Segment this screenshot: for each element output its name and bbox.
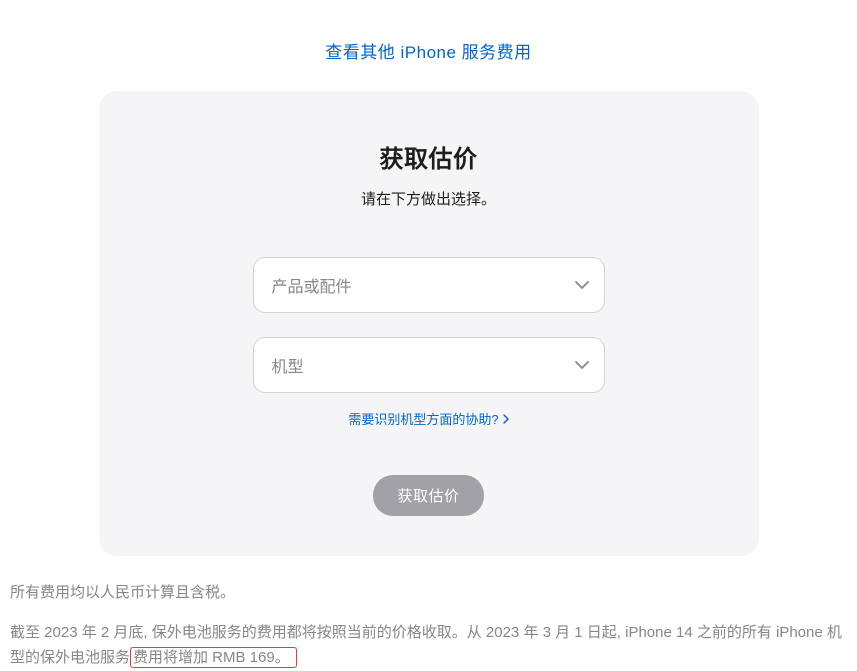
footer-text: 所有费用均以人民币计算且含税。 截至 2023 年 2 月底, 保外电池服务的费… xyxy=(0,556,857,671)
help-link-text: 需要识别机型方面的协助? xyxy=(348,409,498,428)
card-subtitle: 请在下方做出选择。 xyxy=(139,188,719,209)
get-estimate-button[interactable]: 获取估价 xyxy=(373,475,483,516)
product-select-wrapper: 产品或配件 xyxy=(253,257,605,313)
price-increase-highlight: 费用将增加 RMB 169。 xyxy=(130,647,297,668)
model-select[interactable]: 机型 xyxy=(253,337,605,393)
estimate-card: 获取估价 请在下方做出选择。 产品或配件 机型 需要识别机型方面的协助? xyxy=(99,91,759,556)
model-select-placeholder: 机型 xyxy=(272,353,304,377)
other-services-link[interactable]: 查看其他 iPhone 服务费用 xyxy=(325,43,531,62)
help-link-container: 需要识别机型方面的协助? xyxy=(139,409,719,429)
model-select-wrapper: 机型 xyxy=(253,337,605,393)
submit-wrapper: 获取估价 xyxy=(139,475,719,516)
product-select[interactable]: 产品或配件 xyxy=(253,257,605,313)
card-title: 获取估价 xyxy=(139,139,719,174)
top-link-container: 查看其他 iPhone 服务费用 xyxy=(0,0,857,91)
chevron-right-icon xyxy=(503,414,509,424)
footer-line-1: 所有费用均以人民币计算且含税。 xyxy=(10,580,847,606)
product-select-placeholder: 产品或配件 xyxy=(272,273,352,297)
identify-model-help-link[interactable]: 需要识别机型方面的协助? xyxy=(348,409,508,428)
